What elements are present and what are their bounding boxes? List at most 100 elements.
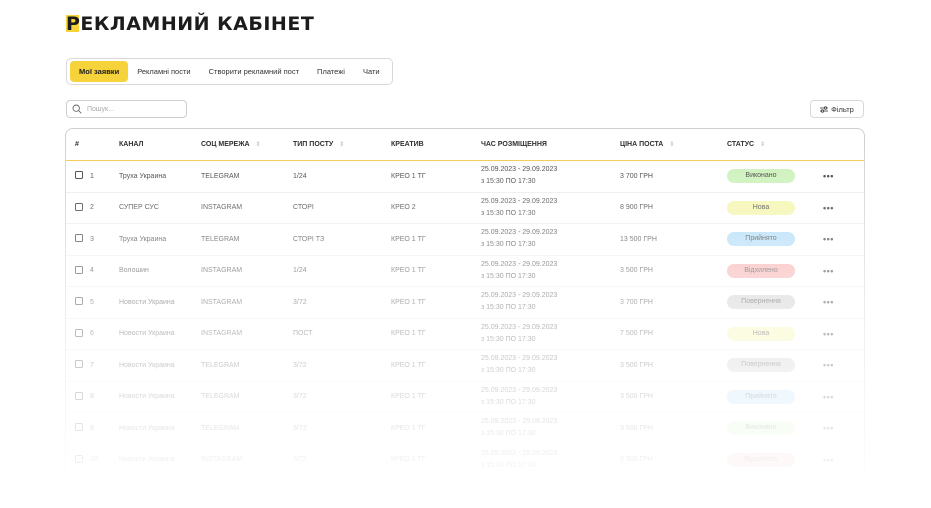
- sort-arrows-icon[interactable]: ⇕: [339, 142, 344, 148]
- table-row[interactable]: 6 Новости Украина INSTAGRAM ПОСТ КРЕО 1 …: [66, 319, 864, 350]
- row-time-dates: 25.09.2023 - 29.09.2023: [481, 229, 558, 237]
- row-time: 25.09.2023 - 29.09.2023 з 15:30 ПО 17:30: [481, 290, 620, 314]
- more-dots-icon[interactable]: •••: [823, 360, 834, 370]
- more-dots-icon[interactable]: •••: [823, 297, 834, 307]
- status-badge: Відхилено: [727, 263, 795, 278]
- tab-create-ad-post[interactable]: Створити рекламний пост: [200, 61, 308, 82]
- row-price: 3 700 ГРН: [620, 172, 653, 180]
- search-box: [66, 100, 187, 118]
- row-creative: КРЕО 1 ТГ: [391, 456, 426, 464]
- row-price: 3 500 ГРН: [620, 361, 653, 369]
- filter-sliders-icon: [820, 105, 829, 113]
- tab-my-requests[interactable]: Мої заявки: [70, 61, 129, 82]
- status-badge: Повернення: [727, 295, 795, 310]
- table-row[interactable]: 4 Волошин INSTAGRAM 1/24 КРЕО 1 ТГ 25.09…: [66, 256, 864, 287]
- row-creative: КРЕО 1 ТГ: [391, 424, 426, 432]
- col-time-header[interactable]: ЧАС РОЗМІЩЕННЯ: [481, 139, 620, 151]
- more-dots-icon[interactable]: •••: [823, 329, 834, 339]
- row-post-type: 3/72: [293, 361, 307, 369]
- row-creative: КРЕО 2: [391, 204, 416, 212]
- table-row[interactable]: 1 Труха Украина TELEGRAM 1/24 КРЕО 1 ТГ …: [66, 161, 864, 193]
- more-dots-icon[interactable]: •••: [823, 423, 834, 433]
- col-num-header: #: [75, 141, 79, 148]
- tab-ad-posts[interactable]: Рекламні пости: [128, 61, 199, 82]
- row-time: 25.09.2023 - 29.09.2023 з 15:30 ПО 17:30: [481, 196, 620, 220]
- page-title: РЕКЛАМНИЙ КАБІНЕТ: [66, 13, 315, 35]
- row-network: TELEGRAM: [201, 172, 240, 180]
- row-price: 3 500 ГРН: [620, 456, 653, 464]
- row-time-dates: 25.09.2023 - 29.09.2023: [481, 292, 558, 300]
- table-row[interactable]: 8 Новости Украина TELEGRAM 3/72 КРЕО 1 Т…: [66, 382, 864, 413]
- row-network: TELEGRAM: [201, 235, 240, 243]
- row-price: 3 500 ГРН: [620, 393, 653, 401]
- more-dots-icon[interactable]: •••: [823, 392, 834, 402]
- filter-button[interactable]: Фільтр: [810, 100, 864, 118]
- row-time-hours: з 15:30 ПО 17:30: [481, 335, 536, 343]
- row-post-type: 1/24: [293, 267, 307, 275]
- row-post-type: 3/72: [293, 393, 307, 401]
- table-row[interactable]: 2 СУПЕР СУС INSTAGRAM СТОРІ КРЕО 2 25.09…: [66, 193, 864, 224]
- more-dots-icon[interactable]: •••: [823, 455, 834, 465]
- col-price-header[interactable]: ЦІНА ПОСТА ⇕: [620, 141, 727, 148]
- row-checkbox[interactable]: [75, 454, 83, 463]
- search-input[interactable]: [87, 105, 177, 113]
- row-number: 1: [90, 172, 94, 180]
- row-channel: Новости Украина: [119, 361, 175, 369]
- row-post-type: 3/72: [293, 424, 307, 432]
- tab-chats[interactable]: Чати: [354, 61, 389, 82]
- more-dots-icon[interactable]: •••: [823, 266, 834, 276]
- row-checkbox[interactable]: [75, 265, 83, 274]
- col-channel-header[interactable]: КАНАЛ: [119, 141, 201, 148]
- col-post-type-header[interactable]: ТИП ПОСТУ ⇕: [293, 141, 391, 148]
- col-creative-header[interactable]: КРЕАТИВ: [391, 141, 481, 148]
- tab-payments[interactable]: Платежі: [308, 61, 354, 82]
- row-number: 8: [90, 393, 94, 401]
- row-checkbox[interactable]: [75, 328, 83, 337]
- row-number: 4: [90, 267, 94, 275]
- sort-arrows-icon[interactable]: ⇕: [669, 142, 674, 148]
- status-badge: Прийнято: [727, 389, 795, 404]
- row-time-dates: 25.09.2023 - 29.09.2023: [481, 355, 558, 363]
- row-channel: Волошин: [119, 267, 149, 275]
- more-dots-icon[interactable]: •••: [823, 171, 834, 181]
- row-time-hours: з 15:30 ПО 17:30: [481, 367, 536, 375]
- row-checkbox[interactable]: [75, 360, 83, 369]
- more-dots-icon[interactable]: •••: [823, 203, 834, 213]
- row-channel: Новости Украина: [119, 298, 175, 306]
- table-row[interactable]: 3 Труха Украина TELEGRAM СТОРІ ТЗ КРЕО 1…: [66, 224, 864, 256]
- row-checkbox[interactable]: [75, 202, 83, 211]
- row-time-dates: 25.09.2023 - 29.09.2023: [481, 197, 558, 205]
- row-checkbox[interactable]: [75, 423, 83, 432]
- status-badge: Виконано: [727, 421, 795, 436]
- row-creative: КРЕО 1 ТГ: [391, 172, 426, 180]
- row-creative: КРЕО 1 ТГ: [391, 235, 426, 243]
- row-checkbox[interactable]: [75, 171, 83, 180]
- row-time-hours: з 15:30 ПО 17:30: [481, 461, 536, 469]
- table-row[interactable]: 10 Новости Украина INSTAGRAM 3/72 КРЕО 1…: [66, 445, 864, 476]
- row-checkbox[interactable]: [75, 391, 83, 400]
- row-network: INSTAGRAM: [201, 456, 243, 464]
- row-number: 6: [90, 330, 94, 338]
- table-body: 1 Труха Украина TELEGRAM 1/24 КРЕО 1 ТГ …: [66, 161, 864, 476]
- col-status-header[interactable]: СТАТУС ⇕: [727, 141, 823, 148]
- row-time: 25.09.2023 - 29.09.2023 з 15:30 ПО 17:30: [481, 164, 620, 188]
- row-channel: Труха Украина: [119, 172, 167, 180]
- row-number: 9: [90, 424, 94, 432]
- row-checkbox[interactable]: [75, 234, 83, 243]
- col-network-header[interactable]: СОЦ МЕРЕЖА ⇕: [201, 141, 293, 148]
- table-row[interactable]: 9 Новости Украина TELEGRAM 3/72 КРЕО 1 Т…: [66, 413, 864, 445]
- row-time-hours: з 15:30 ПО 17:30: [481, 398, 536, 406]
- table-row[interactable]: 5 Новости Украина INSTAGRAM 3/72 КРЕО 1 …: [66, 287, 864, 319]
- row-time-dates: 25.09.2023 - 29.09.2023: [481, 386, 558, 394]
- row-channel: Новости Украина: [119, 456, 175, 464]
- row-post-type: ПОСТ: [293, 330, 313, 338]
- row-price: 8 900 ГРН: [620, 204, 653, 212]
- table-row[interactable]: 7 Новости Украина TELEGRAM 3/72 КРЕО 1 Т…: [66, 350, 864, 382]
- row-number: 2: [90, 204, 94, 212]
- more-dots-icon[interactable]: •••: [823, 234, 834, 244]
- sort-arrows-icon[interactable]: ⇕: [256, 142, 261, 148]
- row-network: TELEGRAM: [201, 424, 240, 432]
- row-checkbox[interactable]: [75, 297, 83, 306]
- row-time-hours: з 15:30 ПО 17:30: [481, 178, 536, 186]
- sort-arrows-icon[interactable]: ⇕: [760, 141, 765, 148]
